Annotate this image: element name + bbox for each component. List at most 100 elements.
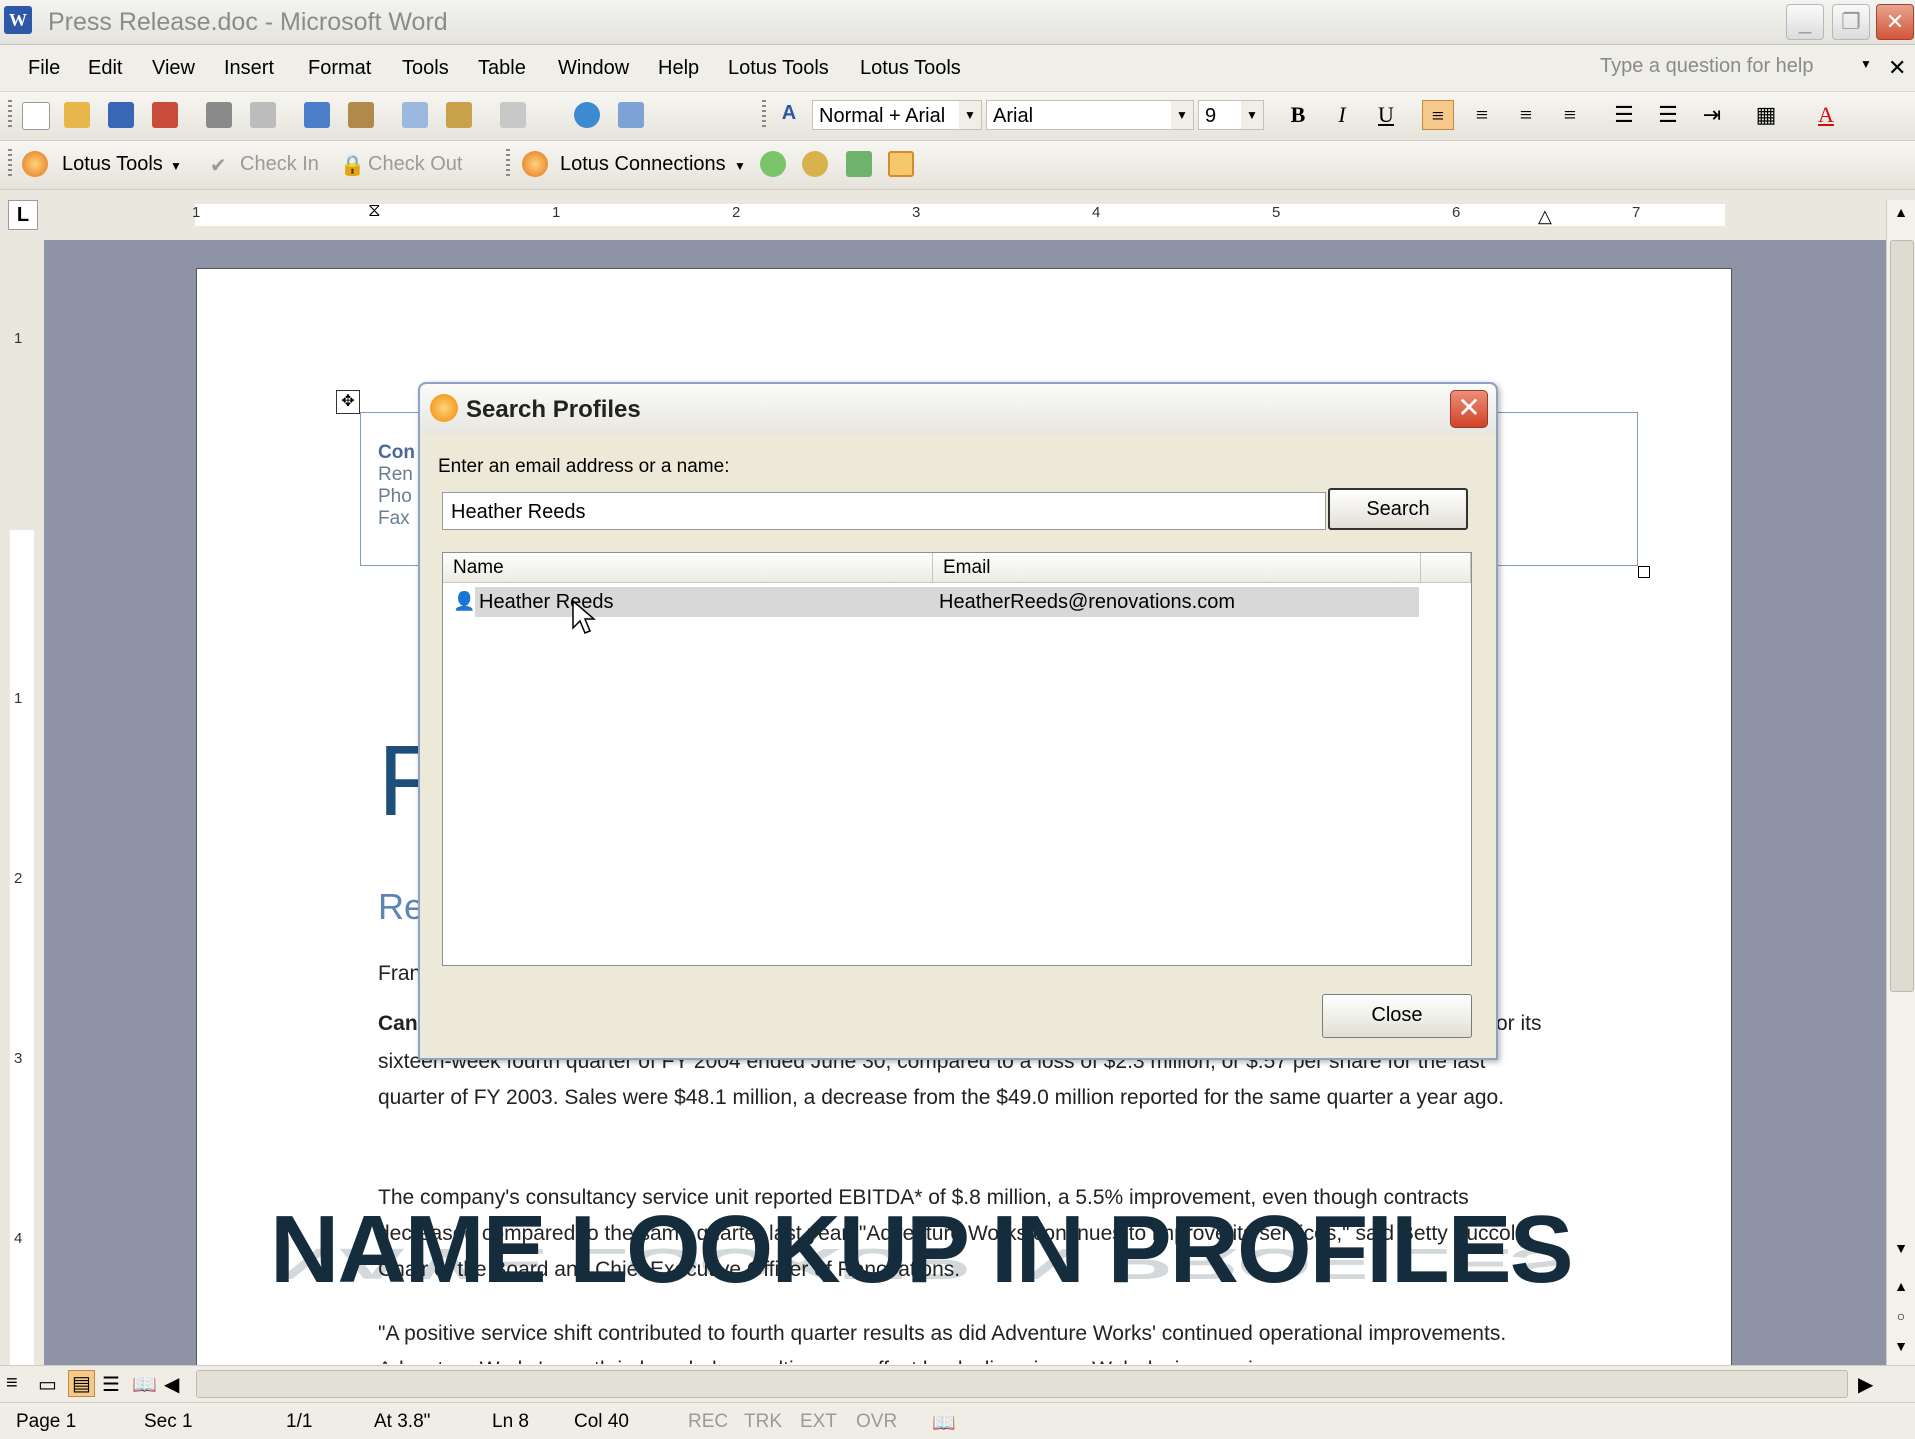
menu-window[interactable]: Window — [558, 57, 629, 80]
right-indent-marker-icon[interactable]: △ — [1538, 206, 1552, 227]
font-color-button[interactable]: A — [1810, 100, 1842, 130]
indent-marker-icon[interactable]: ⧖ — [368, 200, 381, 221]
align-center-button[interactable]: ≡ — [1466, 100, 1498, 130]
menu-table[interactable]: Table — [478, 57, 526, 80]
connections-add-icon[interactable] — [760, 151, 786, 177]
bold-button[interactable]: B — [1282, 100, 1314, 130]
search-button[interactable]: Search — [1328, 488, 1468, 530]
table-move-handle-icon[interactable]: ✥ — [336, 390, 360, 414]
horizontal-scrollbar[interactable]: ≡ ▭ ▤ ☰ 📖 ◀ ▶ — [0, 1365, 1915, 1402]
justify-button[interactable]: ≡ — [1554, 100, 1586, 130]
vertical-scrollbar[interactable]: ▲ ▼ ▲ ○ ▼ — [1886, 200, 1915, 1365]
save-icon[interactable] — [108, 102, 134, 128]
tab-selector[interactable]: L — [8, 200, 38, 230]
horizontal-scroll-thumb[interactable] — [196, 1370, 1848, 1398]
scroll-down-icon[interactable]: ▼ — [1889, 1240, 1913, 1268]
toolbar-grip-2[interactable] — [762, 100, 766, 130]
check-out-button[interactable]: Check Out — [368, 153, 462, 176]
hyperlink-icon[interactable] — [574, 102, 600, 128]
normal-view-icon[interactable]: ≡ — [6, 1372, 18, 1395]
word-app-icon[interactable]: W — [4, 6, 32, 34]
numbering-button[interactable]: ☰ — [1608, 100, 1640, 130]
toolbar-grip-3[interactable] — [8, 149, 12, 179]
insert-table-icon[interactable] — [618, 102, 644, 128]
web-view-icon[interactable]: ▭ — [38, 1372, 57, 1397]
menu-edit[interactable]: Edit — [88, 57, 122, 80]
open-folder-icon[interactable] — [64, 102, 90, 128]
outline-view-icon[interactable]: ☰ — [102, 1372, 120, 1397]
next-page-icon[interactable]: ▼ — [1889, 1338, 1913, 1354]
underline-button[interactable]: U — [1370, 100, 1402, 130]
minimize-button[interactable]: _ — [1786, 4, 1824, 40]
research-icon[interactable] — [348, 102, 374, 128]
print-layout-icon[interactable]: ▤ — [68, 1370, 95, 1397]
align-left-button[interactable]: ≡ — [1422, 100, 1454, 130]
spelling-icon[interactable] — [304, 102, 330, 128]
undo-icon[interactable] — [500, 102, 526, 128]
check-in-button[interactable]: Check In — [240, 153, 319, 176]
align-right-button[interactable]: ≡ — [1510, 100, 1542, 130]
status-ext[interactable]: EXT — [800, 1411, 837, 1433]
connections-share-icon[interactable] — [802, 151, 828, 177]
toolbar-grip[interactable] — [8, 100, 12, 130]
chevron-down-icon[interactable]: ▼ — [1241, 101, 1263, 129]
profiles-icon[interactable] — [888, 151, 914, 177]
dialog-title-bar[interactable]: Search Profiles ✕ — [420, 384, 1496, 434]
font-size-combo[interactable]: 9 ▼ — [1198, 100, 1264, 130]
scroll-up-icon[interactable]: ▲ — [1889, 204, 1913, 232]
menu-help[interactable]: Help — [658, 57, 699, 80]
permission-icon[interactable] — [152, 102, 178, 128]
chevron-down-icon[interactable]: ▼ — [734, 159, 746, 173]
borders-button[interactable]: ▦ — [1750, 100, 1782, 130]
reading-view-icon[interactable]: 📖 — [132, 1372, 157, 1397]
close-window-button[interactable]: ✕ — [1876, 4, 1914, 40]
close-doc-icon[interactable]: ✕ — [1888, 55, 1906, 81]
menu-file[interactable]: File — [28, 57, 60, 80]
chevron-down-icon[interactable]: ▼ — [170, 159, 182, 173]
print-icon[interactable] — [206, 102, 232, 128]
lotus-connections-menu[interactable]: Lotus Connections — [560, 153, 726, 176]
menu-tools[interactable]: Tools — [402, 57, 449, 80]
scroll-right-icon[interactable]: ▶ — [1858, 1372, 1873, 1397]
menu-lotus-tools-1[interactable]: Lotus Tools — [728, 57, 829, 80]
restore-button[interactable]: ❐ — [1832, 4, 1870, 40]
ruler-track[interactable] — [195, 204, 1725, 226]
paste-icon[interactable] — [446, 102, 472, 128]
profile-search-input[interactable]: Heather Reeds — [442, 492, 1326, 530]
previous-page-icon[interactable]: ▲ — [1889, 1278, 1913, 1294]
results-list[interactable]: Name Email 👤 Heather Reeds HeatherReeds@… — [442, 552, 1472, 966]
status-ovr[interactable]: OVR — [856, 1411, 897, 1433]
connections-activity-icon[interactable] — [846, 151, 872, 177]
chevron-down-icon[interactable]: ▼ — [1171, 101, 1193, 129]
help-dropdown-icon[interactable]: ▼ — [1860, 57, 1872, 71]
column-header-name[interactable]: Name — [443, 553, 933, 583]
close-button[interactable]: Close — [1322, 994, 1472, 1038]
bullets-button[interactable]: ☰ — [1652, 100, 1684, 130]
dialog-close-icon[interactable]: ✕ — [1450, 390, 1488, 428]
column-header-email[interactable]: Email — [933, 553, 1421, 583]
style-combo[interactable]: Normal + Arial ▼ — [812, 100, 982, 130]
menu-format[interactable]: Format — [308, 57, 371, 80]
horizontal-ruler[interactable]: L 1 1 2 3 4 5 6 7 ⧖ △ — [0, 190, 1915, 240]
chevron-down-icon[interactable]: ▼ — [959, 101, 981, 129]
scroll-left-icon[interactable]: ◀ — [164, 1372, 179, 1397]
table-resize-handle[interactable] — [1638, 566, 1650, 578]
italic-button[interactable]: I — [1326, 100, 1358, 130]
vertical-ruler[interactable]: 1 1 2 3 4 — [0, 240, 44, 1365]
status-rec[interactable]: REC — [688, 1411, 728, 1433]
font-combo[interactable]: Arial ▼ — [986, 100, 1194, 130]
print-preview-icon[interactable] — [250, 102, 276, 128]
indent-button[interactable]: ⇥ — [1696, 100, 1728, 130]
spelling-status-icon[interactable]: 📖 — [932, 1411, 956, 1435]
toolbar-grip-4[interactable] — [506, 149, 510, 179]
new-document-icon[interactable] — [22, 102, 50, 130]
copy-icon[interactable] — [402, 102, 428, 128]
menu-lotus-tools-2[interactable]: Lotus Tools — [860, 57, 961, 80]
column-header-extra[interactable] — [1421, 553, 1471, 583]
styles-icon[interactable]: A — [776, 102, 802, 128]
menu-view[interactable]: View — [152, 57, 195, 80]
status-trk[interactable]: TRK — [744, 1411, 782, 1433]
scroll-thumb[interactable] — [1890, 240, 1914, 992]
result-email[interactable]: HeatherReeds@renovations.com — [939, 591, 1235, 614]
select-browse-object-icon[interactable]: ○ — [1889, 1308, 1913, 1324]
